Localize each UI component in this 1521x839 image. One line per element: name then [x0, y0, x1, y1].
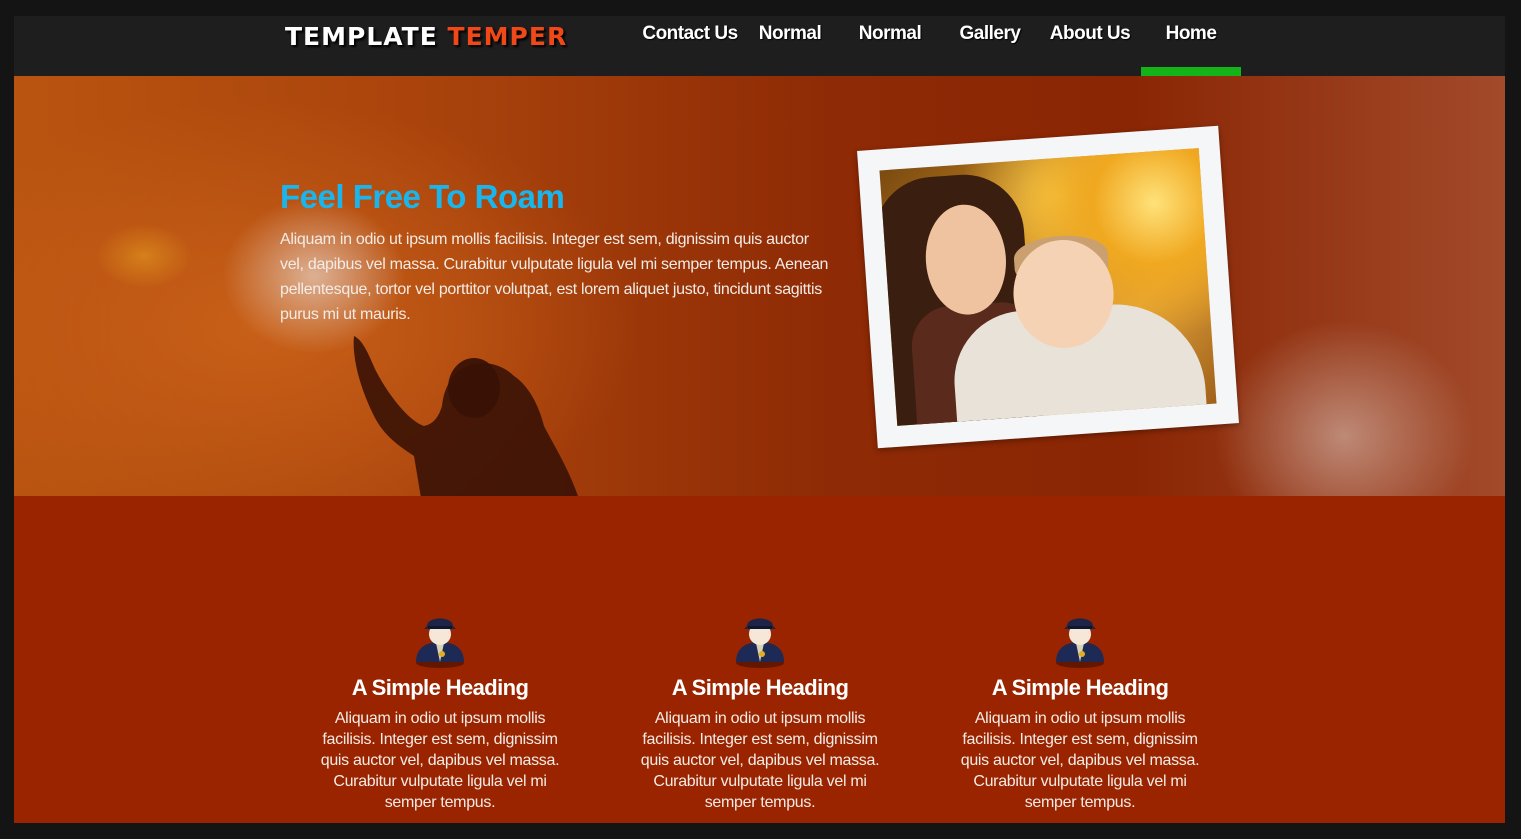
- page-frame: TEMPLATE TEMPER Contact Us Normal Normal…: [14, 16, 1505, 823]
- feature-heading: A Simple Heading: [671, 675, 849, 700]
- feature-heading: A Simple Heading: [351, 675, 529, 700]
- nav-item-normal[interactable]: Normal: [740, 16, 840, 76]
- site-logo[interactable]: TEMPLATE TEMPER: [285, 21, 567, 53]
- feature-card: A Simple Heading Aliquam in odio ut ipsu…: [940, 610, 1220, 813]
- feature-heading: A Simple Heading: [991, 675, 1169, 700]
- feature-text: Aliquam in odio ut ipsum mollis facilisi…: [960, 710, 1200, 811]
- nav-item-gallery[interactable]: Gallery: [940, 16, 1040, 76]
- silhouette-image: [353, 336, 578, 496]
- hero-title: Feel Free To Roam: [280, 178, 565, 215]
- logo-word-template: TEMPLATE: [285, 22, 438, 51]
- nav-item-contact-us[interactable]: Contact Us: [640, 16, 740, 76]
- hero-banner: Feel Free To Roam Aliquam in odio ut ips…: [14, 76, 1505, 496]
- hero-photo: [879, 148, 1217, 426]
- hero-text: Aliquam in odio ut ipsum mollis facilisi…: [280, 231, 829, 323]
- nav-item-about-us[interactable]: About Us: [1040, 16, 1140, 76]
- feature-card: A Simple Heading Aliquam in odio ut ipsu…: [300, 610, 580, 813]
- feature-text: Aliquam in odio ut ipsum mollis facilisi…: [320, 710, 560, 811]
- user-icon: [736, 618, 784, 668]
- nav-item-home[interactable]: Home: [1141, 16, 1241, 76]
- features-section: A Simple Heading Aliquam in odio ut ipsu…: [14, 496, 1505, 823]
- hero-photo-frame: [857, 125, 1239, 449]
- logo-word-temper: TEMPER: [447, 22, 568, 51]
- feature-text: Aliquam in odio ut ipsum mollis facilisi…: [640, 710, 880, 811]
- site-header: TEMPLATE TEMPER Contact Us Normal Normal…: [14, 16, 1505, 76]
- user-icon: [1056, 618, 1104, 668]
- feature-card: A Simple Heading Aliquam in odio ut ipsu…: [620, 610, 900, 813]
- user-icon: [416, 618, 464, 668]
- nav-item-normal-2[interactable]: Normal: [840, 16, 940, 76]
